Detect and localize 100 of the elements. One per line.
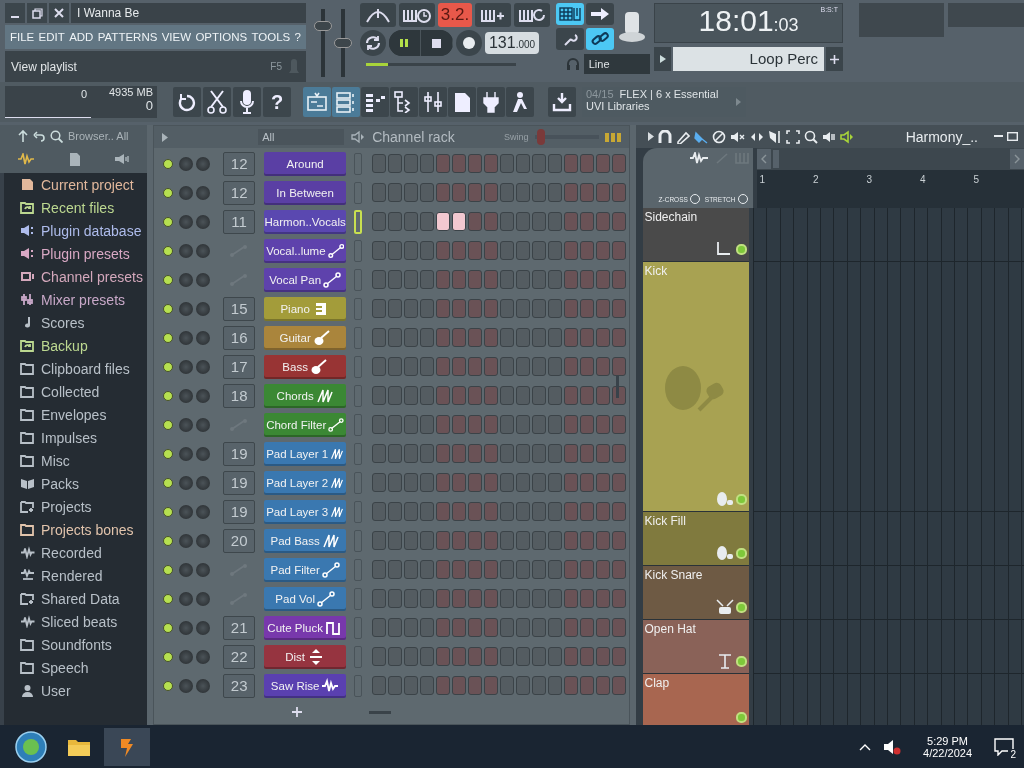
menu-item[interactable]: EDIT (38, 31, 65, 43)
browser-item[interactable]: Mixer presets (20, 288, 148, 311)
browser-item[interactable]: Speech (20, 656, 148, 679)
volume-knob[interactable] (196, 417, 211, 432)
pan-knob[interactable] (179, 214, 194, 229)
pattern-selector[interactable]: Loop Perc (673, 47, 824, 71)
channel-led[interactable] (163, 680, 174, 691)
track-led[interactable] (735, 712, 747, 723)
pan-knob[interactable] (179, 591, 194, 606)
track-header[interactable]: Open Hat (642, 620, 749, 674)
volume-knob[interactable] (196, 272, 211, 287)
undo-button[interactable] (173, 87, 201, 117)
menu-item[interactable]: FILE (10, 31, 35, 43)
mixer-track-field[interactable]: 12 (223, 151, 256, 176)
browser-item[interactable]: Shared Data (20, 587, 148, 610)
channel-button[interactable]: Bass (264, 354, 347, 379)
track-lane[interactable] (752, 512, 1024, 566)
track-led[interactable] (735, 243, 747, 255)
track-lane[interactable] (752, 674, 1024, 725)
track-header[interactable]: Sidechain (642, 208, 749, 262)
piano-roll-button[interactable] (361, 87, 389, 117)
volume-knob[interactable] (196, 591, 211, 606)
channel-led[interactable] (163, 448, 174, 459)
channel-button[interactable]: Around (264, 151, 347, 176)
pan-knob[interactable] (179, 446, 194, 461)
channel-button[interactable]: Vocal Pan (264, 267, 347, 292)
browser-item[interactable]: Projects bones (20, 518, 148, 541)
browser-item[interactable]: Impulses (20, 426, 148, 449)
menu-item[interactable]: ? (294, 31, 301, 43)
timeline-ruler[interactable]: 1 2 3 4 5 (756, 170, 1024, 208)
track-header[interactable]: Kick Fill (642, 512, 749, 566)
pan-knob[interactable] (179, 678, 194, 693)
track-lane[interactable] (752, 566, 1024, 620)
pan-knob[interactable] (179, 359, 194, 374)
browser-button[interactable] (390, 87, 418, 117)
scrollbar-thumb[interactable] (369, 710, 392, 714)
channel-led[interactable] (163, 361, 174, 372)
scroll-left-button[interactable] (756, 149, 771, 169)
main-slider[interactable] (365, 63, 516, 66)
volume-knob[interactable] (196, 243, 211, 258)
pan-knob[interactable] (179, 504, 194, 519)
track-header[interactable]: Clap (642, 674, 749, 725)
browser-item[interactable]: User (20, 679, 148, 702)
pan-knob[interactable] (179, 301, 194, 316)
scroll-right-button[interactable] (1010, 149, 1024, 169)
browser-item[interactable]: Packs (20, 472, 148, 495)
swing-slider[interactable] (534, 129, 599, 145)
wait-input-button[interactable] (398, 3, 435, 27)
mixer-track-field[interactable]: 20 (223, 528, 256, 553)
channel-button[interactable]: Chord Filter (264, 412, 347, 437)
menu-item[interactable]: TOOLS (251, 31, 291, 43)
mixer-track-field[interactable]: 19 (223, 470, 256, 495)
mixer-track-field[interactable]: 16 (223, 325, 256, 350)
channel-led[interactable] (163, 506, 174, 517)
mixer-track-field[interactable]: 21 (223, 615, 256, 640)
step-add-button[interactable] (474, 3, 511, 27)
mixer-track-field[interactable]: 17 (223, 354, 256, 379)
scrollbar-thumb[interactable] (615, 376, 619, 399)
minimize-button[interactable] (5, 3, 25, 23)
channel-button[interactable]: Dist (264, 644, 347, 669)
volume-knob[interactable] (196, 678, 211, 693)
menu-item[interactable]: ADD (69, 31, 94, 43)
browser-item[interactable]: Recent files (20, 196, 148, 219)
volume-knob[interactable] (196, 620, 211, 635)
slider-thumb[interactable] (333, 38, 352, 48)
pan-knob[interactable] (179, 562, 194, 577)
browser-item[interactable]: Collected (20, 380, 148, 403)
channel-led[interactable] (163, 535, 174, 546)
mixer-track-field[interactable]: 22 (223, 644, 256, 669)
channel-button[interactable]: Pad Layer 3 (264, 499, 347, 524)
channel-button[interactable]: Pad Layer 2 (264, 470, 347, 495)
channel-led[interactable] (163, 158, 174, 169)
pan-knob[interactable] (179, 185, 194, 200)
channel-button[interactable]: Saw Rise (264, 673, 347, 698)
channel-button[interactable]: Pad Vol (264, 586, 347, 611)
browser-item[interactable]: Recorded (20, 541, 148, 564)
channel-button[interactable]: Pad Layer 1 (264, 441, 347, 466)
tempo-field[interactable]: 131.000 (484, 32, 540, 54)
channel-led[interactable] (163, 216, 174, 227)
browser-item[interactable]: Current project (20, 173, 148, 196)
mixer-track-field[interactable]: 23 (223, 673, 256, 698)
mixer-track-field[interactable]: 18 (223, 383, 256, 408)
track-led[interactable] (735, 547, 747, 559)
loop-record-button[interactable] (513, 3, 550, 27)
touch-button[interactable] (506, 87, 534, 117)
pan-knob[interactable] (179, 475, 194, 490)
browser-item[interactable]: Clipboard files (20, 357, 148, 380)
plugin-button[interactable] (477, 87, 505, 117)
volume-knob[interactable] (196, 446, 211, 461)
pan-knob[interactable] (179, 156, 194, 171)
track-led[interactable] (735, 601, 747, 613)
channel-led[interactable] (163, 419, 174, 430)
step-edit-button[interactable] (555, 28, 584, 50)
browser-item[interactable]: Backup (20, 334, 148, 357)
snap-dropdown[interactable]: Line (583, 54, 650, 74)
channel-led[interactable] (163, 622, 174, 633)
filter-dropdown[interactable]: All (258, 129, 345, 145)
browser-item[interactable]: Rendered (20, 564, 148, 587)
cut-button[interactable] (203, 87, 231, 117)
volume-knob[interactable] (196, 475, 211, 490)
